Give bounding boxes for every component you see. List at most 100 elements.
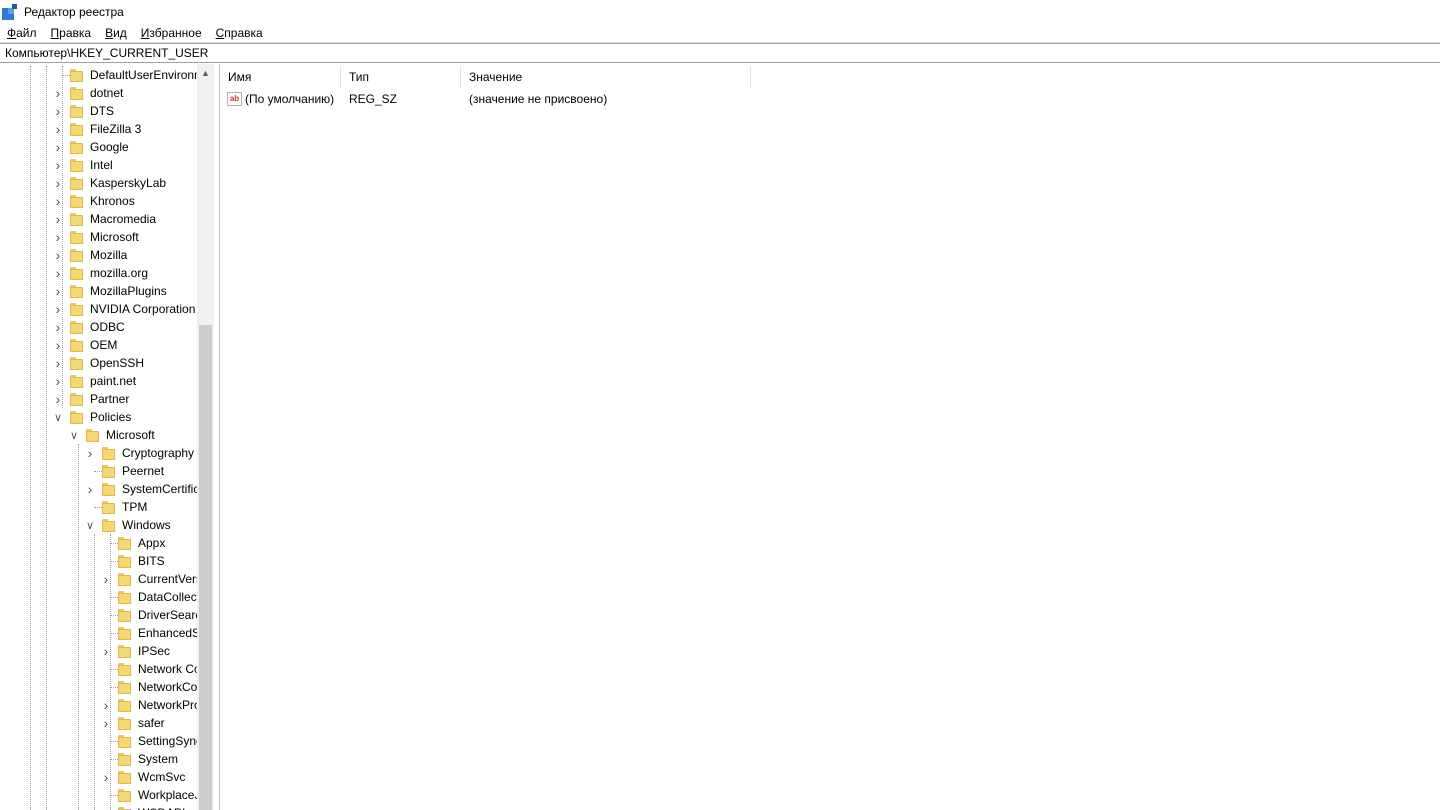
tree-item[interactable]: › CurrentVers (0, 570, 214, 588)
chevron-right-icon[interactable]: › (53, 210, 63, 228)
chevron-down-icon[interactable]: ∨ (53, 408, 63, 426)
tree-item[interactable]: › ODBC (0, 318, 214, 336)
menu-item-0[interactable]: Файл (0, 26, 44, 40)
tree-item[interactable]: ∨ Policies (0, 408, 214, 426)
chevron-right-icon[interactable]: › (53, 102, 63, 120)
tree-item[interactable]: › NetworkPro (0, 696, 214, 714)
menu-item-2[interactable]: Вид (98, 26, 134, 40)
tree-item[interactable]: › OpenSSH (0, 354, 214, 372)
tree-item[interactable]: › Google (0, 138, 214, 156)
chevron-right-icon[interactable]: › (53, 336, 63, 354)
values-pane[interactable]: Имя Тип Значение ab (По умолчанию) REG_S… (219, 64, 1440, 810)
tree-item[interactable]: NetworkCo (0, 678, 214, 696)
address-path[interactable]: Компьютер\HKEY_CURRENT_USER (0, 46, 208, 60)
tree-item[interactable]: › FileZilla 3 (0, 120, 214, 138)
tree-item[interactable]: WSDAPI (0, 804, 214, 810)
chevron-right-icon[interactable]: › (53, 228, 63, 246)
chevron-right-icon[interactable]: › (53, 282, 63, 300)
menu-item-4[interactable]: Справка (209, 26, 270, 40)
tree-item[interactable]: Network Co (0, 660, 214, 678)
chevron-right-icon[interactable]: › (53, 318, 63, 336)
tree-item[interactable]: DefaultUserEnvironn (0, 66, 214, 84)
tree-item[interactable]: Appx (0, 534, 214, 552)
tree-item[interactable]: › Khronos (0, 192, 214, 210)
chevron-right-icon[interactable]: › (101, 768, 111, 786)
chevron-right-icon[interactable]: › (53, 120, 63, 138)
tree-item[interactable]: TPM (0, 498, 214, 516)
chevron-right-icon[interactable]: › (53, 138, 63, 156)
menu-label: айл (16, 25, 37, 40)
menu-bar: Файл Правка Вид Избранное Справка (0, 23, 1440, 43)
folder-icon (118, 609, 131, 622)
chevron-down-icon[interactable]: ∨ (85, 516, 95, 534)
chevron-right-icon[interactable]: › (53, 390, 63, 408)
tree-scrollbar[interactable]: ▲ (197, 64, 214, 810)
tree-item-label: BITS (138, 554, 165, 568)
menu-item-1[interactable]: Правка (44, 26, 99, 40)
tree-item[interactable]: DriverSearc (0, 606, 214, 624)
tree-item-label: paint.net (90, 374, 137, 388)
column-header-name[interactable]: Имя (220, 66, 341, 88)
chevron-right-icon[interactable]: › (53, 300, 63, 318)
chevron-right-icon[interactable]: › (101, 570, 111, 588)
tree-item[interactable]: › DTS (0, 102, 214, 120)
chevron-right-icon[interactable]: › (53, 174, 63, 192)
column-header-type[interactable]: Тип (341, 66, 461, 88)
tree-item[interactable]: › KasperskyLab (0, 174, 214, 192)
folder-icon (118, 591, 131, 604)
tree-item-label: OpenSSH (90, 356, 145, 370)
tree-item[interactable]: › mozilla.org (0, 264, 214, 282)
folder-icon (70, 231, 83, 244)
tree-item[interactable]: › Partner (0, 390, 214, 408)
registry-tree[interactable]: DefaultUserEnvironn › dotnet › DTS › FileZilla… (0, 64, 215, 810)
chevron-right-icon[interactable]: › (53, 84, 63, 102)
tree-item[interactable]: ∨ Microsoft (0, 426, 214, 444)
tree-guide-line (110, 795, 118, 796)
tree-item[interactable]: › safer (0, 714, 214, 732)
tree-guide-line (110, 615, 118, 616)
tree-item[interactable]: EnhancedS (0, 624, 214, 642)
registry-editor-icon (2, 3, 18, 20)
tree-item[interactable]: › Cryptography (0, 444, 214, 462)
chevron-right-icon[interactable]: › (101, 642, 111, 660)
tree-item[interactable]: › Microsoft (0, 228, 214, 246)
tree-item-label: OEM (90, 338, 118, 352)
column-header-data[interactable]: Значение (461, 66, 751, 88)
tree-item[interactable]: System (0, 750, 214, 768)
chevron-right-icon[interactable]: › (53, 264, 63, 282)
menu-item-3[interactable]: Избранное (134, 26, 209, 40)
tree-item[interactable]: › WcmSvc (0, 768, 214, 786)
tree-item[interactable]: ∨ Windows (0, 516, 214, 534)
tree-item[interactable]: › IPSec (0, 642, 214, 660)
chevron-right-icon[interactable]: › (53, 246, 63, 264)
tree-item[interactable]: › Intel (0, 156, 214, 174)
tree-item[interactable]: › MozillaPlugins (0, 282, 214, 300)
tree-item[interactable]: BITS (0, 552, 214, 570)
chevron-right-icon[interactable]: › (53, 354, 63, 372)
scroll-thumb[interactable] (199, 325, 212, 810)
chevron-right-icon[interactable]: › (53, 192, 63, 210)
chevron-down-icon[interactable]: ∨ (69, 426, 79, 444)
address-bar[interactable]: Компьютер\HKEY_CURRENT_USER (0, 43, 1440, 63)
tree-item[interactable]: DataCollect (0, 588, 214, 606)
chevron-right-icon[interactable]: › (101, 714, 111, 732)
tree-item[interactable]: › SystemCertific (0, 480, 214, 498)
tree-item[interactable]: WorkplaceJ (0, 786, 214, 804)
tree-item[interactable]: SettingSync (0, 732, 214, 750)
chevron-right-icon[interactable]: › (101, 696, 111, 714)
tree-item[interactable]: › OEM (0, 336, 214, 354)
chevron-right-icon[interactable]: › (85, 444, 95, 462)
tree-item[interactable]: › Mozilla (0, 246, 214, 264)
folder-icon (70, 411, 83, 424)
tree-item[interactable]: Peernet (0, 462, 214, 480)
value-row[interactable]: ab (По умолчанию) REG_SZ (значение не пр… (220, 90, 751, 108)
tree-item[interactable]: › paint.net (0, 372, 214, 390)
chevron-right-icon[interactable]: › (53, 156, 63, 174)
tree-item[interactable]: › NVIDIA Corporation (0, 300, 214, 318)
tree-item[interactable]: › Macromedia (0, 210, 214, 228)
chevron-right-icon[interactable]: › (85, 480, 95, 498)
chevron-right-icon[interactable]: › (53, 372, 63, 390)
tree-item[interactable]: › dotnet (0, 84, 214, 102)
scroll-up-arrow-icon[interactable]: ▲ (197, 64, 214, 81)
folder-icon (102, 483, 115, 496)
